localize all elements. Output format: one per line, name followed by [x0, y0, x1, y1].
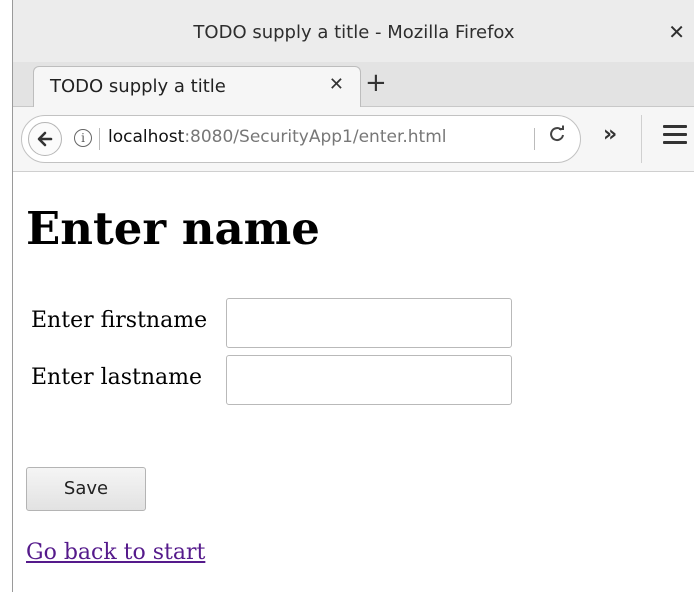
plus-icon[interactable]: + — [365, 68, 387, 98]
url-bar[interactable]: i localhost:8080/SecurityApp1/enter.html — [21, 115, 581, 163]
lastname-label: Enter lastname — [31, 365, 203, 390]
reload-icon[interactable] — [548, 125, 566, 148]
nav-bar: i localhost:8080/SecurityApp1/enter.html… — [13, 107, 694, 172]
window-title: TODO supply a title - Mozilla Firefox — [193, 22, 515, 43]
url-text[interactable]: localhost:8080/SecurityApp1/enter.html — [108, 127, 447, 147]
title-bar: TODO supply a title - Mozilla Firefox ✕ — [13, 0, 694, 63]
firstname-label: Enter firstname — [31, 308, 208, 333]
lastname-field[interactable] — [226, 355, 512, 405]
firstname-field[interactable] — [226, 298, 512, 348]
back-to-start-link[interactable]: Go back to start — [26, 540, 205, 565]
close-icon[interactable]: ✕ — [668, 20, 685, 44]
info-icon[interactable]: i — [74, 129, 92, 147]
page-title: Enter name — [26, 202, 320, 255]
hamburger-menu-icon[interactable] — [663, 125, 687, 145]
overflow-chevron-icon[interactable]: » — [603, 122, 617, 147]
tab-strip: TODO supply a title ✕ + — [13, 62, 694, 107]
close-icon[interactable]: ✕ — [329, 74, 344, 95]
save-button[interactable]: Save — [26, 467, 146, 511]
page-content: Enter name Enter firstname Enter lastnam… — [13, 172, 694, 592]
tab-active[interactable]: TODO supply a title ✕ — [33, 66, 361, 107]
divider — [534, 128, 535, 150]
divider — [641, 115, 642, 163]
back-arrow-icon[interactable] — [28, 122, 62, 156]
tab-label: TODO supply a title — [50, 76, 226, 97]
divider — [99, 128, 100, 150]
browser-window: TODO supply a title - Mozilla Firefox ✕ … — [12, 0, 694, 592]
